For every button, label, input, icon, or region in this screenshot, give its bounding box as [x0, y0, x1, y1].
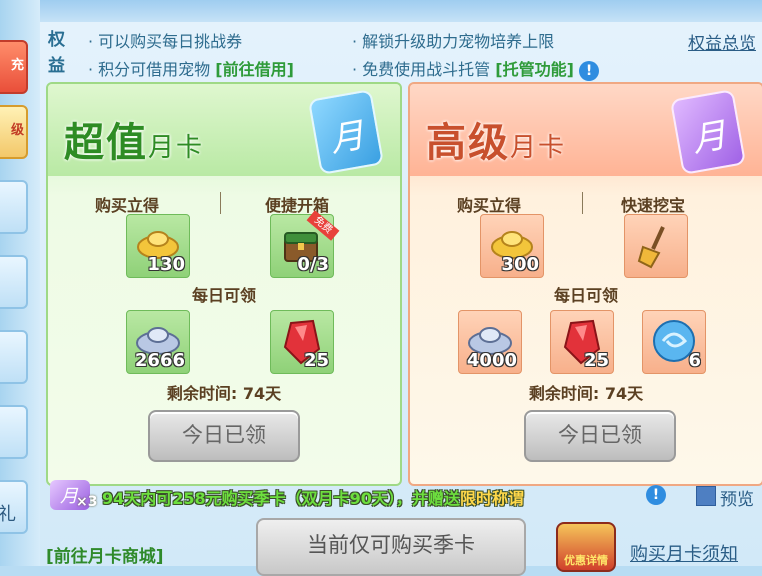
side-tab-6[interactable] [0, 405, 28, 459]
rights-label: 权益 [48, 30, 65, 76]
card-header: 高级月卡 月 [410, 84, 762, 176]
right-item-upgrade: · 解锁升级助力宠物培养上限 [352, 32, 555, 51]
card-title: 高级月卡 [426, 110, 566, 168]
quick-dig-label: 快速挖宝 [620, 196, 685, 215]
chest-count: 0/3 [297, 254, 329, 275]
treasure-chest-item[interactable]: 免费 0/3 [270, 210, 340, 278]
preview-checkbox[interactable] [696, 486, 716, 506]
rights-overview-link[interactable]: 权益总览 [688, 29, 756, 54]
promo-multiplier: ×3 [76, 494, 98, 510]
promo-text: 94天内可258元购买季卡（双月卡90天），并赠送限时称谓 [102, 485, 524, 509]
info-icon[interactable]: ! [579, 60, 600, 81]
side-tab-level[interactable]: 级 [0, 105, 28, 159]
side-tab-7[interactable]: 礼 [0, 480, 28, 534]
right-item-challenge: · 可以购买每日挑战券 [88, 32, 243, 51]
daily-label: 每日可领 [553, 286, 618, 305]
buy-season-card-button[interactable]: 当前仅可购买季卡 [256, 518, 526, 576]
season-card-promo: 月 ×3 94天内可258元购买季卡（双月卡90天），并赠送限时称谓 ! 预览 [40, 480, 762, 510]
silver-count: 2666 [134, 350, 185, 371]
purchase-notice-link[interactable]: 购买月卡须知 [630, 540, 738, 566]
side-tab-4[interactable] [0, 255, 28, 309]
claimed-today-button[interactable]: 今日已领 [148, 410, 300, 462]
premium-month-card: 高级月卡 月 购买立得 快速挖宝 300 每日可领 4000 25 6 剩余时间… [408, 82, 762, 486]
column-divider [582, 192, 583, 214]
column-divider [220, 192, 221, 214]
claimed-today-button[interactable]: 今日已领 [524, 410, 676, 462]
borrow-link[interactable]: [前往借用] [215, 60, 294, 79]
right-item-borrow-text: · 积分可借用宠物 [88, 60, 211, 79]
promo-text-main: 94天内可258元购买季卡（双月卡90天），并赠送 [102, 489, 460, 508]
month-card-panel: 权益 · 可以购买每日挑战券 · 积分可借用宠物 [前往借用] · 解锁升级助力… [40, 22, 762, 576]
right-item-autoplay: · 免费使用战斗托管 [托管功能] ! [352, 56, 600, 81]
card-title-main: 高级 [426, 119, 510, 166]
moon-card-char: 月 [688, 115, 730, 161]
gold-count: 300 [501, 254, 539, 275]
remaining-time: 剩余时间: 74天 [528, 384, 644, 403]
side-tab-3[interactable] [0, 180, 28, 234]
right-item-borrow: · 积分可借用宠物 [前往借用] [88, 56, 294, 80]
side-tab-5[interactable] [0, 330, 28, 384]
month-card-shop-link[interactable]: [前往月卡商城] [46, 542, 164, 567]
side-tab-recharge[interactable]: 充 [0, 40, 28, 94]
orb-count: 6 [688, 350, 701, 371]
easy-open-label: 便捷开箱 [264, 196, 329, 215]
promo-text-highlight: 限时称谓 [459, 489, 524, 508]
autoplay-link[interactable]: [托管功能] [495, 60, 574, 79]
gold-count: 130 [147, 254, 185, 275]
silver-ingot-item[interactable]: 2666 [126, 310, 190, 374]
card-title-sub: 月卡 [148, 133, 205, 163]
gem-count: 25 [303, 350, 329, 371]
side-tab-recharge-label: 充 [10, 58, 24, 73]
promo-info-icon[interactable]: ! [646, 485, 666, 505]
red-gem-item[interactable]: 25 [270, 310, 334, 374]
silver-count: 4000 [466, 350, 517, 371]
buy-instant-label: 购买立得 [456, 196, 521, 215]
gem-count: 25 [583, 350, 609, 371]
discount-details-icon[interactable]: 优惠详情 [556, 522, 616, 572]
card-header: 超值月卡 月 [48, 84, 400, 176]
rights-section: 权益 · 可以购买每日挑战券 · 积分可借用宠物 [前往借用] · 解锁升级助力… [40, 22, 762, 82]
silver-ingot-item[interactable]: 4000 [458, 310, 522, 374]
daily-label: 每日可领 [191, 286, 256, 305]
gold-ingot-item[interactable]: 300 [480, 214, 544, 278]
right-item-autoplay-text: · 免费使用战斗托管 [352, 60, 491, 79]
gold-ingot-item[interactable]: 130 [126, 214, 190, 278]
card-title-sub: 月卡 [510, 133, 567, 163]
normal-month-card: 超值月卡 月 购买立得 便捷开箱 130 免费 0/3 每日可领 2666 25… [46, 82, 402, 486]
side-tab-level-label: 级 [10, 123, 24, 138]
preview-label: 预览 [720, 490, 754, 510]
side-tab-bar: 充 级 礼 [0, 0, 40, 566]
shovel-icon [637, 226, 665, 269]
red-gem-item[interactable]: 25 [550, 310, 614, 374]
card-title-main: 超值 [64, 119, 148, 166]
shovel-item[interactable] [624, 214, 688, 278]
moon-card-char: 月 [326, 115, 368, 161]
remaining-time: 剩余时间: 74天 [166, 384, 282, 403]
side-tab-7-label: 礼 [0, 504, 16, 525]
moon-card-icon: 月 [669, 89, 747, 175]
card-title: 超值月卡 [64, 110, 204, 168]
moon-card-icon: 月 [307, 89, 385, 175]
buy-instant-label: 购买立得 [94, 196, 159, 215]
spirit-orb-item[interactable]: 6 [642, 310, 706, 374]
